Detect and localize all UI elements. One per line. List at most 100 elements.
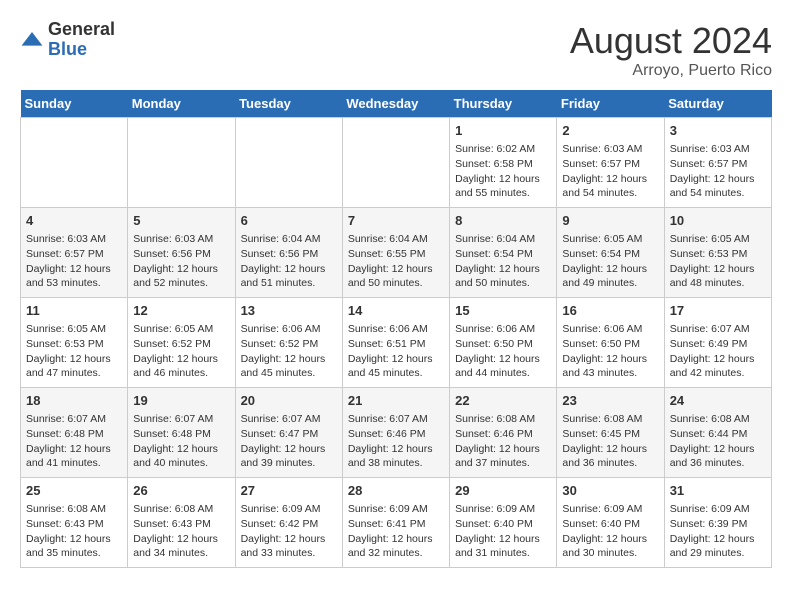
calendar-title: August 2024 <box>570 20 772 62</box>
day-number: 29 <box>455 482 551 500</box>
day-number: 16 <box>562 302 658 320</box>
calendar-week-row: 11 Sunrise: 6:05 AM Sunset: 6:53 PM Dayli… <box>21 298 772 388</box>
day-number: 15 <box>455 302 551 320</box>
day-info: Sunrise: 6:07 AM Sunset: 6:46 PM Dayligh… <box>348 412 444 471</box>
day-info: Sunrise: 6:07 AM Sunset: 6:49 PM Dayligh… <box>670 322 766 381</box>
day-info: Sunrise: 6:04 AM Sunset: 6:55 PM Dayligh… <box>348 232 444 291</box>
day-info: Sunrise: 6:06 AM Sunset: 6:52 PM Dayligh… <box>241 322 337 381</box>
day-number: 19 <box>133 392 229 410</box>
day-number: 23 <box>562 392 658 410</box>
day-info: Sunrise: 6:05 AM Sunset: 6:53 PM Dayligh… <box>670 232 766 291</box>
calendar-cell: 23Sunrise: 6:08 AM Sunset: 6:45 PM Dayli… <box>557 388 664 478</box>
calendar-cell: 10Sunrise: 6:05 AM Sunset: 6:53 PM Dayli… <box>664 208 771 298</box>
day-number: 21 <box>348 392 444 410</box>
calendar-cell: 24Sunrise: 6:08 AM Sunset: 6:44 PM Dayli… <box>664 388 771 478</box>
day-info: Sunrise: 6:04 AM Sunset: 6:54 PM Dayligh… <box>455 232 551 291</box>
calendar-cell: 25 Sunrise: 6:08 AM Sunset: 6:43 PM Dayli… <box>21 478 128 568</box>
day-info: Sunrise: 6:03 AM Sunset: 6:57 PM Dayligh… <box>562 142 658 201</box>
day-info: Sunrise: 6:03 AM Sunset: 6:57 PM Dayligh… <box>670 142 766 201</box>
calendar-week-row: 18 Sunrise: 6:07 AM Sunset: 6:48 PM Dayli… <box>21 388 772 478</box>
day-info: Sunrise: 6:02 AM Sunset: 6:58 PM Dayligh… <box>455 142 551 201</box>
calendar-week-row: 4 Sunrise: 6:03 AM Sunset: 6:57 PM Daylig… <box>21 208 772 298</box>
day-info: Sunrise: 6:08 AM Sunset: 6:44 PM Dayligh… <box>670 412 766 471</box>
day-number: 27 <box>241 482 337 500</box>
day-number: 20 <box>241 392 337 410</box>
day-number: 26 <box>133 482 229 500</box>
day-info: Sunrise: 6:09 AM Sunset: 6:40 PM Dayligh… <box>562 502 658 561</box>
calendar-cell <box>342 118 449 208</box>
calendar-header: SundayMondayTuesdayWednesdayThursdayFrid… <box>21 90 772 118</box>
day-info: Sunrise: 6:05 AM Sunset: 6:54 PM Dayligh… <box>562 232 658 291</box>
day-of-week-header: Saturday <box>664 90 771 118</box>
calendar-cell: 20 Sunrise: 6:07 AM Sunset: 6:47 PM Dayli… <box>235 388 342 478</box>
calendar-location: Arroyo, Puerto Rico <box>570 62 772 80</box>
calendar-cell: 17 Sunrise: 6:07 AM Sunset: 6:49 PM Dayli… <box>664 298 771 388</box>
day-info: Sunrise: 6:07 AM Sunset: 6:47 PM Dayligh… <box>241 412 337 471</box>
calendar-cell: 2 Sunrise: 6:03 AM Sunset: 6:57 PM Daylig… <box>557 118 664 208</box>
calendar-cell: 19 Sunrise: 6:07 AM Sunset: 6:48 PM Dayli… <box>128 388 235 478</box>
day-number: 31 <box>670 482 766 500</box>
day-number: 11 <box>26 302 122 320</box>
day-number: 7 <box>348 212 444 230</box>
calendar-cell: 22 Sunrise: 6:08 AM Sunset: 6:46 PM Dayli… <box>450 388 557 478</box>
day-number: 2 <box>562 122 658 140</box>
day-number: 8 <box>455 212 551 230</box>
day-info: Sunrise: 6:08 AM Sunset: 6:43 PM Dayligh… <box>133 502 229 561</box>
day-info: Sunrise: 6:08 AM Sunset: 6:46 PM Dayligh… <box>455 412 551 471</box>
logo-text: General Blue <box>48 20 115 60</box>
calendar-cell: 29Sunrise: 6:09 AM Sunset: 6:40 PM Dayli… <box>450 478 557 568</box>
day-of-week-header: Tuesday <box>235 90 342 118</box>
day-info: Sunrise: 6:05 AM Sunset: 6:53 PM Dayligh… <box>26 322 122 381</box>
calendar-week-row: 25 Sunrise: 6:08 AM Sunset: 6:43 PM Dayli… <box>21 478 772 568</box>
day-of-week-header: Friday <box>557 90 664 118</box>
calendar-body: 1 Sunrise: 6:02 AM Sunset: 6:58 PM Daylig… <box>21 118 772 568</box>
day-info: Sunrise: 6:06 AM Sunset: 6:50 PM Dayligh… <box>455 322 551 381</box>
day-info: Sunrise: 6:07 AM Sunset: 6:48 PM Dayligh… <box>26 412 122 471</box>
calendar-cell <box>128 118 235 208</box>
day-number: 1 <box>455 122 551 140</box>
day-info: Sunrise: 6:03 AM Sunset: 6:56 PM Dayligh… <box>133 232 229 291</box>
logo: General Blue <box>20 20 115 60</box>
calendar-cell: 31 Sunrise: 6:09 AM Sunset: 6:39 PM Dayli… <box>664 478 771 568</box>
calendar-week-row: 1 Sunrise: 6:02 AM Sunset: 6:58 PM Daylig… <box>21 118 772 208</box>
day-of-week-header: Thursday <box>450 90 557 118</box>
day-number: 13 <box>241 302 337 320</box>
day-info: Sunrise: 6:08 AM Sunset: 6:43 PM Dayligh… <box>26 502 122 561</box>
calendar-cell: 11 Sunrise: 6:05 AM Sunset: 6:53 PM Dayli… <box>21 298 128 388</box>
calendar-cell: 16 Sunrise: 6:06 AM Sunset: 6:50 PM Dayli… <box>557 298 664 388</box>
calendar-cell: 28Sunrise: 6:09 AM Sunset: 6:41 PM Dayli… <box>342 478 449 568</box>
day-info: Sunrise: 6:09 AM Sunset: 6:39 PM Dayligh… <box>670 502 766 561</box>
calendar-cell: 3 Sunrise: 6:03 AM Sunset: 6:57 PM Daylig… <box>664 118 771 208</box>
calendar-cell: 9Sunrise: 6:05 AM Sunset: 6:54 PM Daylig… <box>557 208 664 298</box>
day-info: Sunrise: 6:06 AM Sunset: 6:50 PM Dayligh… <box>562 322 658 381</box>
calendar-cell: 26 Sunrise: 6:08 AM Sunset: 6:43 PM Dayli… <box>128 478 235 568</box>
day-number: 25 <box>26 482 122 500</box>
day-info: Sunrise: 6:09 AM Sunset: 6:41 PM Dayligh… <box>348 502 444 561</box>
day-info: Sunrise: 6:09 AM Sunset: 6:42 PM Dayligh… <box>241 502 337 561</box>
calendar-cell: 21 Sunrise: 6:07 AM Sunset: 6:46 PM Dayli… <box>342 388 449 478</box>
days-of-week-row: SundayMondayTuesdayWednesdayThursdayFrid… <box>21 90 772 118</box>
calendar-cell <box>235 118 342 208</box>
logo-blue-text: Blue <box>48 40 115 60</box>
day-of-week-header: Sunday <box>21 90 128 118</box>
calendar-cell: 27 Sunrise: 6:09 AM Sunset: 6:42 PM Dayli… <box>235 478 342 568</box>
logo-icon <box>20 28 44 52</box>
calendar-cell: 18 Sunrise: 6:07 AM Sunset: 6:48 PM Dayli… <box>21 388 128 478</box>
day-info: Sunrise: 6:06 AM Sunset: 6:51 PM Dayligh… <box>348 322 444 381</box>
day-of-week-header: Monday <box>128 90 235 118</box>
calendar-cell: 15 Sunrise: 6:06 AM Sunset: 6:50 PM Dayli… <box>450 298 557 388</box>
day-number: 17 <box>670 302 766 320</box>
calendar-cell: 14Sunrise: 6:06 AM Sunset: 6:51 PM Dayli… <box>342 298 449 388</box>
day-number: 4 <box>26 212 122 230</box>
day-number: 6 <box>241 212 337 230</box>
day-info: Sunrise: 6:03 AM Sunset: 6:57 PM Dayligh… <box>26 232 122 291</box>
day-of-week-header: Wednesday <box>342 90 449 118</box>
day-number: 18 <box>26 392 122 410</box>
day-info: Sunrise: 6:07 AM Sunset: 6:48 PM Dayligh… <box>133 412 229 471</box>
calendar-cell: 6Sunrise: 6:04 AM Sunset: 6:56 PM Daylig… <box>235 208 342 298</box>
day-number: 22 <box>455 392 551 410</box>
title-block: August 2024 Arroyo, Puerto Rico <box>570 20 772 80</box>
day-number: 3 <box>670 122 766 140</box>
day-number: 5 <box>133 212 229 230</box>
day-info: Sunrise: 6:05 AM Sunset: 6:52 PM Dayligh… <box>133 322 229 381</box>
